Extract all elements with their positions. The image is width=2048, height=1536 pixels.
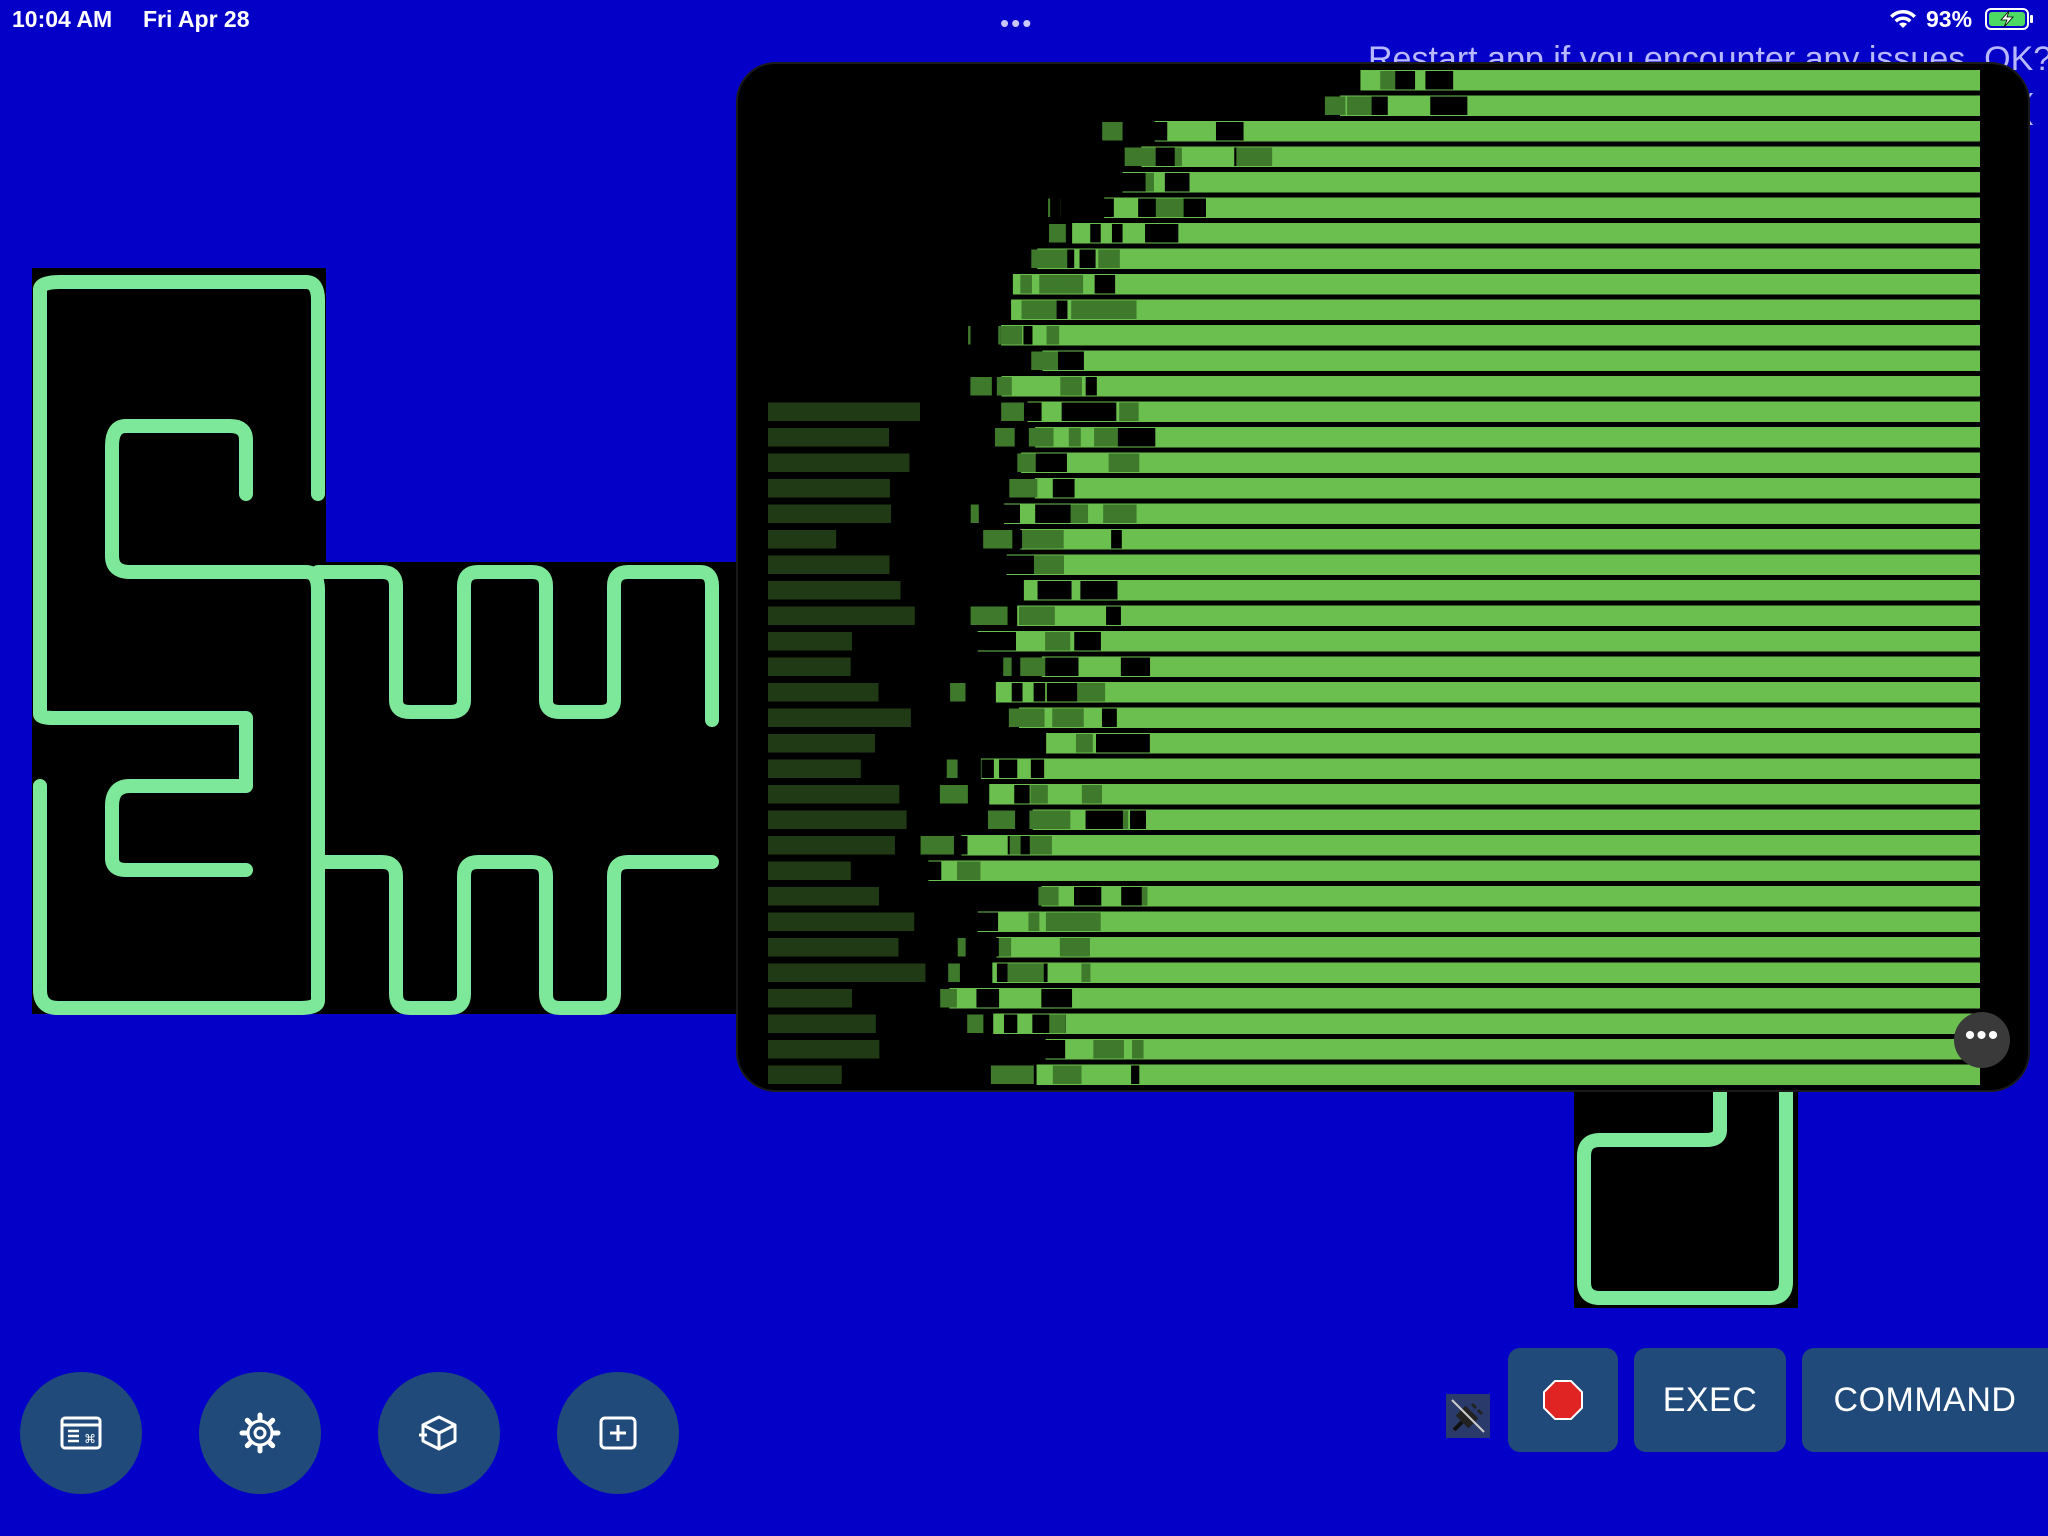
pip-more-button[interactable]: ••• <box>1954 1012 2010 1068</box>
stop-sign-icon <box>1543 1380 1583 1420</box>
terminal-ascii-art <box>768 70 1980 1085</box>
gear-icon <box>239 1412 281 1454</box>
stop-button[interactable] <box>1508 1348 1618 1452</box>
add-square-icon <box>599 1416 637 1450</box>
cube-icon <box>419 1415 457 1451</box>
svg-text:⌘: ⌘ <box>84 1432 96 1446</box>
keyboard-window-icon: ⌘ <box>60 1416 102 1450</box>
new-session-button[interactable] <box>557 1372 679 1494</box>
keyboard-shortcuts-button[interactable]: ⌘ <box>20 1372 142 1494</box>
plug-disconnected-icon <box>1446 1394 1490 1438</box>
exec-button[interactable]: EXEC <box>1634 1348 1786 1452</box>
pip-terminal-window[interactable]: ••• <box>736 62 2030 1092</box>
settings-button[interactable] <box>199 1372 321 1494</box>
packages-button[interactable] <box>378 1372 500 1494</box>
command-button[interactable]: COMMAND <box>1802 1348 2048 1452</box>
